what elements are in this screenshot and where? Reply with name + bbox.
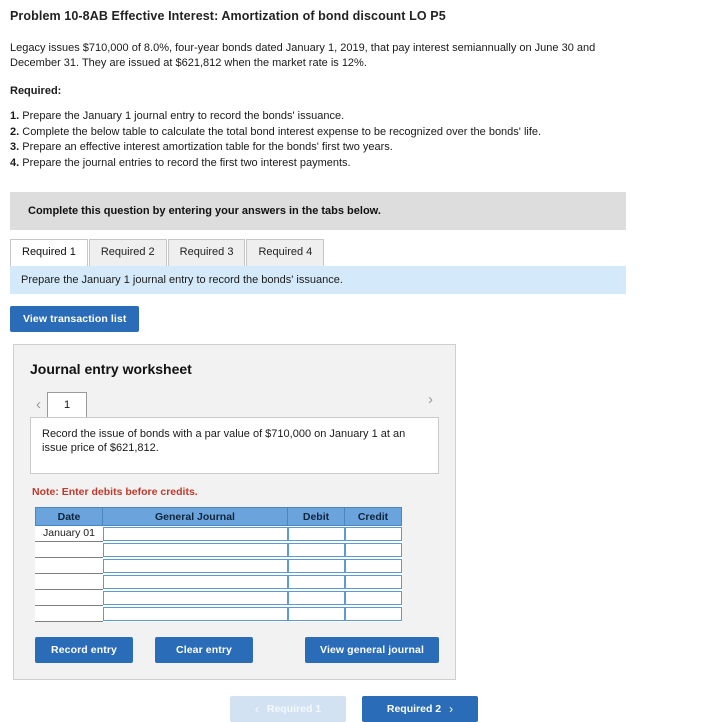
credit-input[interactable] [344,542,402,557]
general-journal-input[interactable] [103,590,288,605]
cell-credit [344,573,402,590]
worksheet-page-tab-1[interactable]: 1 [47,392,87,417]
column-header-credit: Credit [344,507,402,526]
page-root: Problem 10-8AB Effective Interest: Amort… [0,0,726,722]
clear-entry-button[interactable]: Clear entry [155,637,253,663]
page-title: Problem 10-8AB Effective Interest: Amort… [10,9,446,23]
journal-entry-worksheet-panel: Journal entry worksheet ‹ 1 › Record the… [13,344,456,680]
debit-input[interactable] [287,526,345,541]
cell-date [35,605,103,622]
credit-input[interactable] [344,606,402,621]
requirement-number: 3. [10,141,20,153]
requirement-item: 3. Prepare an effective interest amortiz… [10,140,716,155]
cell-date [35,557,103,574]
requirement-text: Prepare the January 1 journal entry to r… [22,110,345,122]
entry-description-box: Record the issue of bonds with a par val… [30,417,439,474]
tab-required-3[interactable]: Required 3 [167,239,246,266]
tab-instruction-band: Prepare the January 1 journal entry to r… [10,266,626,294]
cell-credit [344,541,402,558]
requirements-list: 1. Prepare the January 1 journal entry t… [10,109,716,170]
cell-date: January 01 [35,525,103,542]
cell-credit [344,605,402,622]
worksheet-title: Journal entry worksheet [30,361,192,377]
requirement-item: 4. Prepare the journal entries to record… [10,156,716,171]
requirement-text: Prepare an effective interest amortizati… [22,141,393,153]
cell-date [35,589,103,606]
journal-table-body: January 01 [35,525,402,622]
requirement-text: Complete the below table to calculate th… [22,125,542,138]
tab-required-2[interactable]: Required 2 [88,239,167,266]
journal-entry-table: Date General Journal Debit Credit Januar… [35,507,402,622]
debit-input[interactable] [287,558,345,573]
view-transaction-list-button[interactable]: View transaction list [10,306,140,332]
requirement-item: 1. Prepare the January 1 journal entry t… [10,109,716,124]
column-header-date: Date [35,507,103,526]
credit-input[interactable] [344,526,402,541]
requirement-number: 2. [10,125,20,138]
worksheet-action-bar: Record entry Clear entry View general jo… [30,637,439,663]
cell-debit [287,573,345,590]
tab-required-1[interactable]: Required 1 [10,239,88,266]
cell-credit [344,557,402,574]
requirement-number: 4. [10,156,20,169]
credit-input[interactable] [344,558,402,573]
debit-input[interactable] [287,590,345,605]
cell-date [35,541,103,558]
cell-date [35,573,103,590]
cell-general-journal [102,525,288,542]
debits-before-credits-note: Note: Enter debits before credits. [32,486,198,498]
worksheet-pager: ‹ 1 › [30,391,439,417]
requirement-item: 2. Complete the below table to calculate… [10,125,716,140]
table-row [35,557,402,574]
general-journal-input[interactable] [103,542,288,557]
cell-debit [287,541,345,558]
table-row [35,605,402,622]
previous-requirement-button[interactable]: ‹ Required 1 [230,696,346,722]
table-row [35,589,402,606]
next-requirement-button[interactable]: Required 2 › [362,696,478,722]
cell-general-journal [102,589,288,606]
general-journal-input[interactable] [103,574,288,589]
cell-general-journal [102,573,288,590]
chevron-right-icon[interactable]: › [422,392,439,407]
next-requirement-label: Required 2 [386,703,442,715]
general-journal-input[interactable] [103,606,288,621]
instruction-banner: Complete this question by entering your … [10,192,626,230]
view-general-journal-button[interactable]: View general journal [305,637,439,663]
credit-input[interactable] [344,590,402,605]
chevron-left-icon[interactable]: ‹ [30,397,47,412]
table-row: January 01 [35,525,402,542]
requirement-tabs: Required 1 Required 2 Required 3 Require… [10,239,626,266]
general-journal-input[interactable] [103,558,288,573]
requirement-text: Prepare the journal entries to record th… [22,156,351,169]
problem-intro-text: Legacy issues $710,000 of 8.0%, four-yea… [10,42,596,69]
previous-requirement-label: Required 1 [266,703,322,715]
cell-debit [287,605,345,622]
record-entry-button[interactable]: Record entry [35,637,133,663]
required-heading: Required: [10,85,62,97]
general-journal-input[interactable] [103,526,288,541]
cell-debit [287,589,345,606]
debit-input[interactable] [287,574,345,589]
debit-input[interactable] [287,606,345,621]
requirement-number: 1. [10,110,20,122]
table-row [35,573,402,590]
column-header-general-journal: General Journal [102,507,288,526]
chevron-right-icon: › [449,702,454,716]
cell-general-journal [102,605,288,622]
cell-debit [287,557,345,574]
cell-credit [344,589,402,606]
table-row [35,541,402,558]
requirement-navigation: ‹ Required 1 Required 2 › [10,696,716,722]
column-header-debit: Debit [287,507,345,526]
chevron-left-icon: ‹ [254,702,259,716]
cell-general-journal [102,557,288,574]
debit-input[interactable] [287,542,345,557]
cell-credit [344,525,402,542]
credit-input[interactable] [344,574,402,589]
cell-debit [287,525,345,542]
cell-general-journal [102,541,288,558]
table-header-row: Date General Journal Debit Credit [35,507,402,526]
tab-required-4[interactable]: Required 4 [246,239,325,266]
